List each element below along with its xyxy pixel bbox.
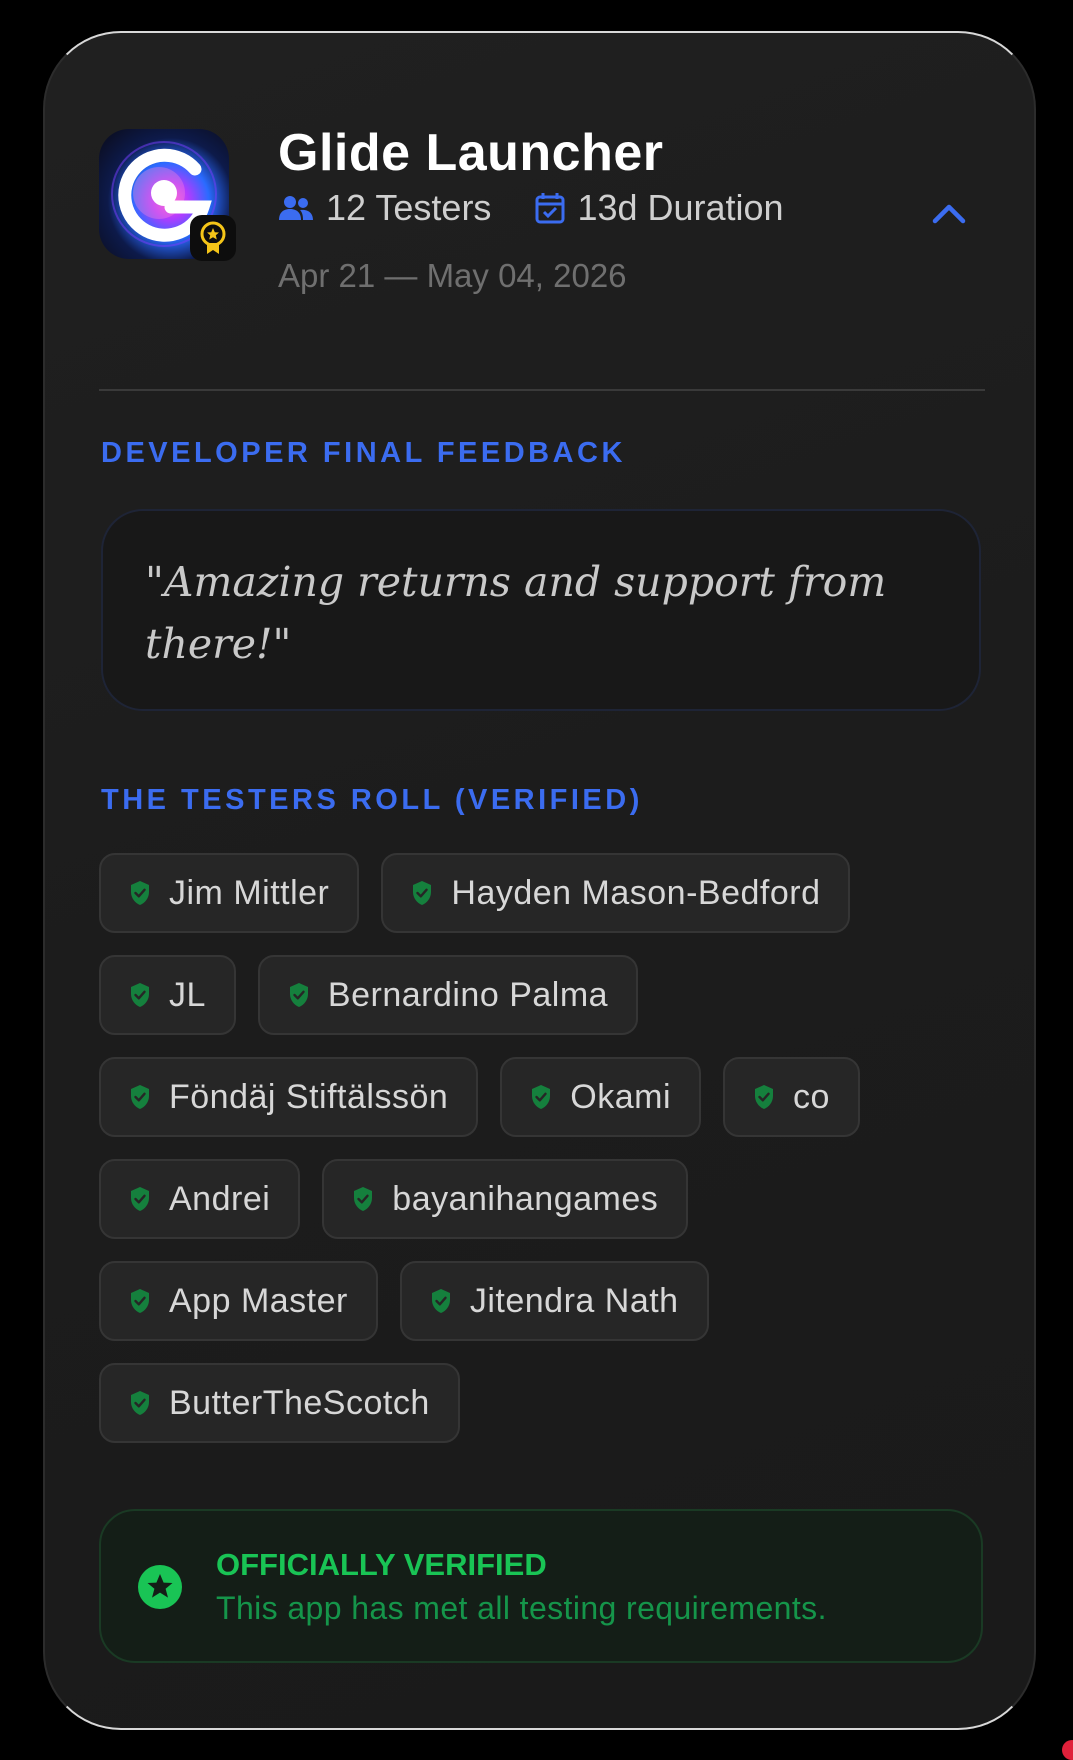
app-title: Glide Launcher bbox=[278, 124, 664, 182]
verified-shield-icon bbox=[129, 982, 151, 1008]
testers-label: 12 Testers bbox=[326, 187, 492, 228]
tester-chip: Föndäj Stiftälssön bbox=[99, 1057, 479, 1137]
tester-name: Andrei bbox=[169, 1179, 271, 1218]
calendar-icon bbox=[535, 192, 565, 224]
app-meta: 12 Testers 13d Duration bbox=[278, 183, 784, 233]
testers-count: 12 Testers bbox=[278, 187, 491, 229]
tester-name: bayanihangames bbox=[392, 1179, 659, 1218]
tester-chip: Bernardino Palma bbox=[257, 955, 639, 1035]
tester-chip: co bbox=[723, 1057, 860, 1137]
verified-shield-icon bbox=[430, 1288, 452, 1314]
verification-banner: OFFICIALLY VERIFIED This app has met all… bbox=[99, 1509, 983, 1663]
testers-list: Jim Mittler Hayden Mason-Bedford JL Bernard… bbox=[99, 853, 979, 1465]
feedback-quote: "Amazing returns and support from there!… bbox=[145, 558, 887, 668]
verified-shield-icon bbox=[753, 1084, 775, 1110]
date-range: Apr 21 — May 04, 2026 bbox=[278, 257, 627, 294]
verified-shield-icon bbox=[288, 982, 310, 1008]
tester-name: Hayden Mason-Bedford bbox=[451, 873, 821, 912]
tester-name: Jim Mittler bbox=[169, 873, 330, 912]
verified-star-icon bbox=[137, 1564, 183, 1610]
tester-name: ButterTheScotch bbox=[169, 1383, 430, 1422]
tester-chip: JL bbox=[99, 955, 236, 1035]
tester-name: Bernardino Palma bbox=[327, 975, 609, 1014]
duration-label: 13d Duration bbox=[577, 187, 784, 228]
verified-shield-icon bbox=[352, 1186, 374, 1212]
verified-shield-icon bbox=[129, 1288, 151, 1314]
tester-chip: Jim Mittler bbox=[99, 853, 360, 933]
testers-roll-label: THE TESTERS ROLL (VERIFIED) bbox=[101, 784, 643, 816]
people-icon bbox=[278, 193, 314, 223]
tester-name: Okami bbox=[570, 1077, 671, 1116]
divider bbox=[99, 389, 985, 391]
tester-row: Jim Mittler Hayden Mason-Bedford bbox=[99, 853, 979, 933]
tester-chip: App Master bbox=[99, 1261, 378, 1341]
tester-name: App Master bbox=[169, 1281, 348, 1320]
verified-shield-icon bbox=[129, 1084, 151, 1110]
tester-chip: bayanihangames bbox=[322, 1159, 689, 1239]
feedback-section-label: DEVELOPER FINAL FEEDBACK bbox=[101, 437, 626, 469]
feedback-quote-box: "Amazing returns and support from there!… bbox=[101, 509, 981, 711]
duration: 13d Duration bbox=[535, 187, 784, 229]
tester-chip: Andrei bbox=[99, 1159, 301, 1239]
tester-chip: ButterTheScotch bbox=[99, 1363, 460, 1443]
verified-shield-icon bbox=[129, 880, 151, 906]
award-icon bbox=[190, 215, 236, 261]
verified-title: OFFICIALLY VERIFIED bbox=[216, 1547, 547, 1582]
tester-row: App Master Jitendra Nath bbox=[99, 1261, 979, 1341]
tester-name: co bbox=[793, 1077, 830, 1116]
tester-chip: Hayden Mason-Bedford bbox=[381, 853, 851, 933]
tester-chip: Okami bbox=[500, 1057, 701, 1137]
verified-shield-icon bbox=[530, 1084, 552, 1110]
corner-indicator bbox=[1062, 1740, 1073, 1760]
tester-name: Föndäj Stiftälssön bbox=[169, 1077, 449, 1116]
tester-name: JL bbox=[169, 975, 206, 1014]
chevron-up-icon[interactable] bbox=[929, 199, 969, 229]
verified-shield-icon bbox=[129, 1390, 151, 1416]
app-testing-card: Glide Launcher 12 Testers 13d Duration A… bbox=[43, 31, 1036, 1730]
verified-shield-icon bbox=[411, 880, 433, 906]
verified-shield-icon bbox=[129, 1186, 151, 1212]
tester-chip: Jitendra Nath bbox=[399, 1261, 709, 1341]
tester-row: ButterTheScotch bbox=[99, 1363, 979, 1443]
tester-row: Föndäj Stiftälssön Okami co bbox=[99, 1057, 979, 1137]
tester-name: Jitendra Nath bbox=[469, 1281, 679, 1320]
tester-row: Andrei bayanihangames bbox=[99, 1159, 979, 1239]
verified-subtitle: This app has met all testing requirement… bbox=[216, 1590, 827, 1626]
tester-row: JL Bernardino Palma bbox=[99, 955, 979, 1035]
